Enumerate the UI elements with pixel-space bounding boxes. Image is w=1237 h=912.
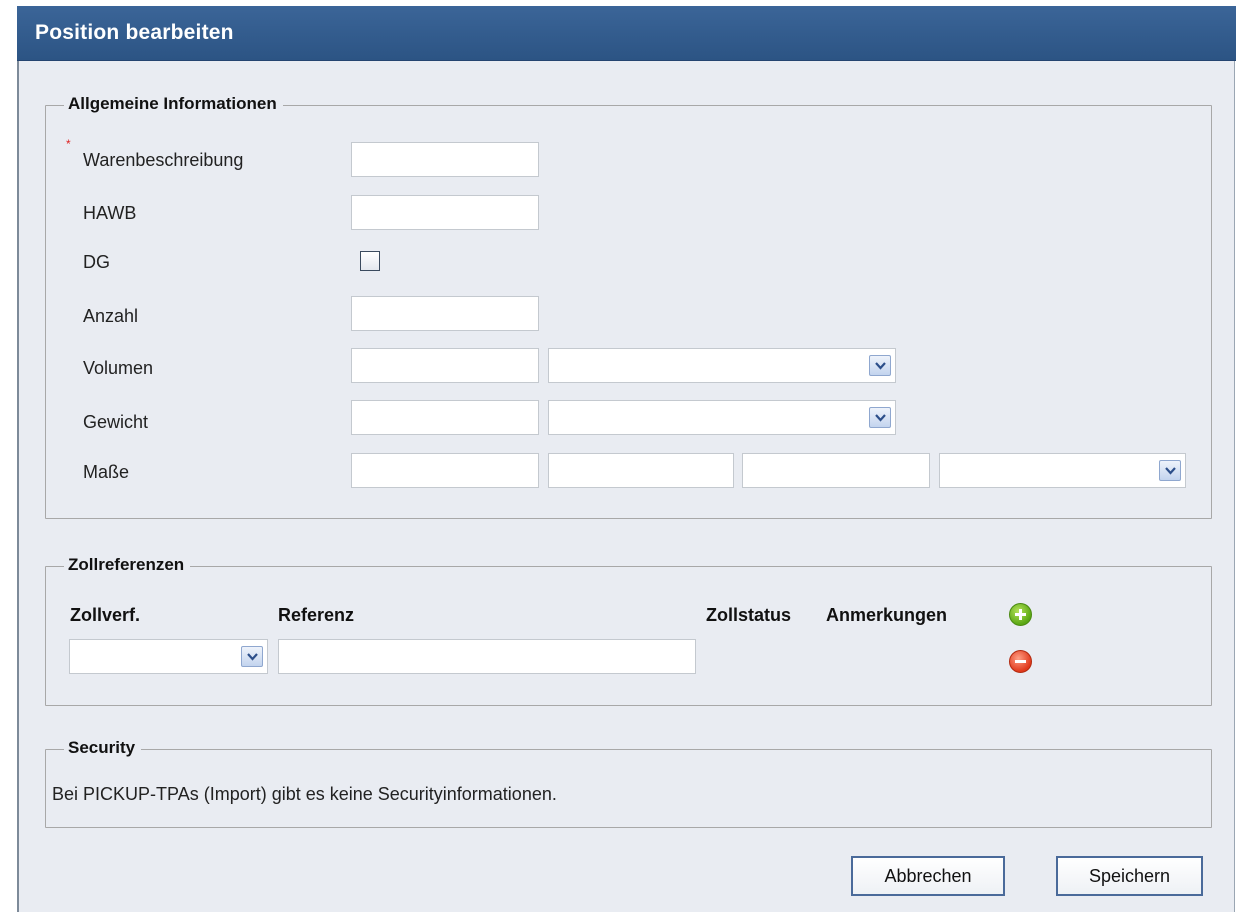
gewicht-label: Gewicht	[83, 412, 149, 432]
masse-height-input[interactable]	[742, 453, 930, 488]
security-info-text: Bei PICKUP-TPAs (Import) gibt es keine S…	[52, 784, 557, 804]
hawb-input[interactable]	[351, 195, 539, 230]
hawb-label: HAWB	[83, 203, 137, 223]
anmerkungen-column-header: Anmerkungen	[826, 605, 948, 625]
warenbeschreibung-label: Warenbeschreibung	[83, 150, 244, 170]
masse-length-input[interactable]	[351, 453, 539, 488]
general-info-group: Allgemeine Informationen * Warenbeschrei…	[45, 94, 1212, 519]
remove-row-icon[interactable]	[1009, 650, 1032, 673]
save-button[interactable]: Speichern	[1056, 856, 1203, 896]
chevron-down-icon[interactable]	[869, 355, 891, 376]
anzahl-label: Anzahl	[83, 306, 139, 326]
add-row-icon[interactable]	[1009, 603, 1032, 626]
chevron-down-icon[interactable]	[241, 646, 263, 667]
dg-checkbox[interactable]	[360, 251, 380, 271]
zollverf-select[interactable]	[69, 639, 268, 674]
masse-unit-select[interactable]	[939, 453, 1186, 488]
gewicht-unit-select[interactable]	[548, 400, 896, 435]
zollverf-column-header: Zollverf.	[70, 605, 141, 625]
chevron-down-icon[interactable]	[1159, 460, 1181, 481]
warenbeschreibung-input[interactable]	[351, 142, 539, 177]
customs-references-group: Zollreferenzen Zollverf. Referenz Zollst…	[45, 555, 1212, 706]
chevron-down-icon[interactable]	[869, 407, 891, 428]
masse-label: Maße	[83, 462, 130, 482]
volumen-input[interactable]	[351, 348, 539, 383]
referenz-column-header: Referenz	[278, 605, 355, 625]
volumen-label: Volumen	[83, 358, 154, 378]
gewicht-input[interactable]	[351, 400, 539, 435]
customs-references-legend: Zollreferenzen	[64, 555, 191, 575]
dialog-title: Position bearbeiten	[35, 21, 234, 44]
general-info-legend: Allgemeine Informationen	[64, 94, 283, 114]
dialog-titlebar: Position bearbeiten	[17, 6, 1236, 61]
security-group: Security Bei PICKUP-TPAs (Import) gibt e…	[45, 738, 1212, 828]
dg-label: DG	[83, 252, 110, 272]
zollstatus-column-header: Zollstatus	[706, 605, 792, 625]
cancel-button[interactable]: Abbrechen	[851, 856, 1005, 896]
volumen-unit-select[interactable]	[548, 348, 896, 383]
referenz-input[interactable]	[278, 639, 696, 674]
edit-position-dialog: Position bearbeiten Allgemeine Informati…	[17, 6, 1236, 912]
security-legend: Security	[64, 738, 142, 758]
masse-width-input[interactable]	[548, 453, 734, 488]
required-marker: *	[66, 137, 71, 151]
anzahl-input[interactable]	[351, 296, 539, 331]
